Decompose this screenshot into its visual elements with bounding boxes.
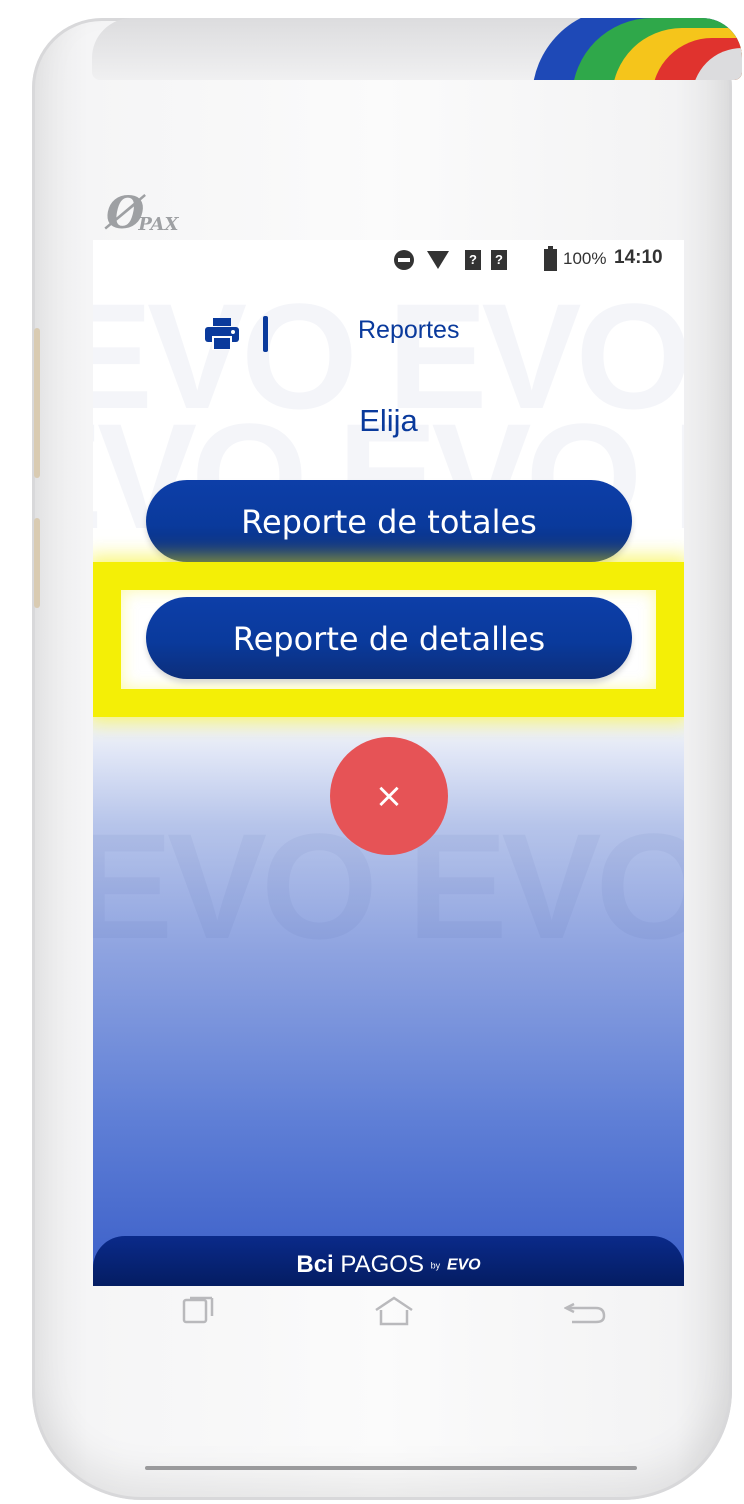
back-icon[interactable] xyxy=(564,1296,608,1326)
terminal-screen: EVO EVO EVO EVO EVO EVO EVO EVO EVO ? ? … xyxy=(93,240,684,1286)
do-not-disturb-icon xyxy=(394,250,414,270)
status-bar: ? ? 100% 14:10 xyxy=(93,240,684,280)
page-title: Reportes xyxy=(358,316,460,344)
sim-unknown-icon: ? xyxy=(491,250,507,270)
side-button-left-lower xyxy=(34,518,40,608)
home-icon[interactable] xyxy=(372,1296,416,1326)
close-icon: × xyxy=(374,776,404,816)
header-divider xyxy=(263,316,268,352)
report-details-button[interactable]: Reporte de detalles xyxy=(146,597,632,679)
close-button[interactable]: × xyxy=(330,737,448,855)
pax-logo: ØPAX xyxy=(106,188,179,239)
battery-icon xyxy=(544,246,557,271)
wifi-icon xyxy=(427,251,449,269)
footer-brand-logo: Bci PAGOS by EVO xyxy=(296,1251,481,1278)
choose-prompt: Elija xyxy=(359,403,418,438)
battery-percent: 100% xyxy=(563,249,607,268)
device-top-edge xyxy=(92,18,742,80)
report-totals-button[interactable]: Reporte de totales xyxy=(146,480,632,562)
printer-icon xyxy=(205,318,239,350)
page-header: Reportes xyxy=(93,308,684,360)
side-button-left xyxy=(34,328,40,478)
status-clock: 14:10 xyxy=(614,247,663,268)
recent-apps-icon[interactable] xyxy=(178,1296,222,1326)
sim-unknown-icon: ? xyxy=(465,250,481,270)
card-slot xyxy=(145,1466,637,1470)
